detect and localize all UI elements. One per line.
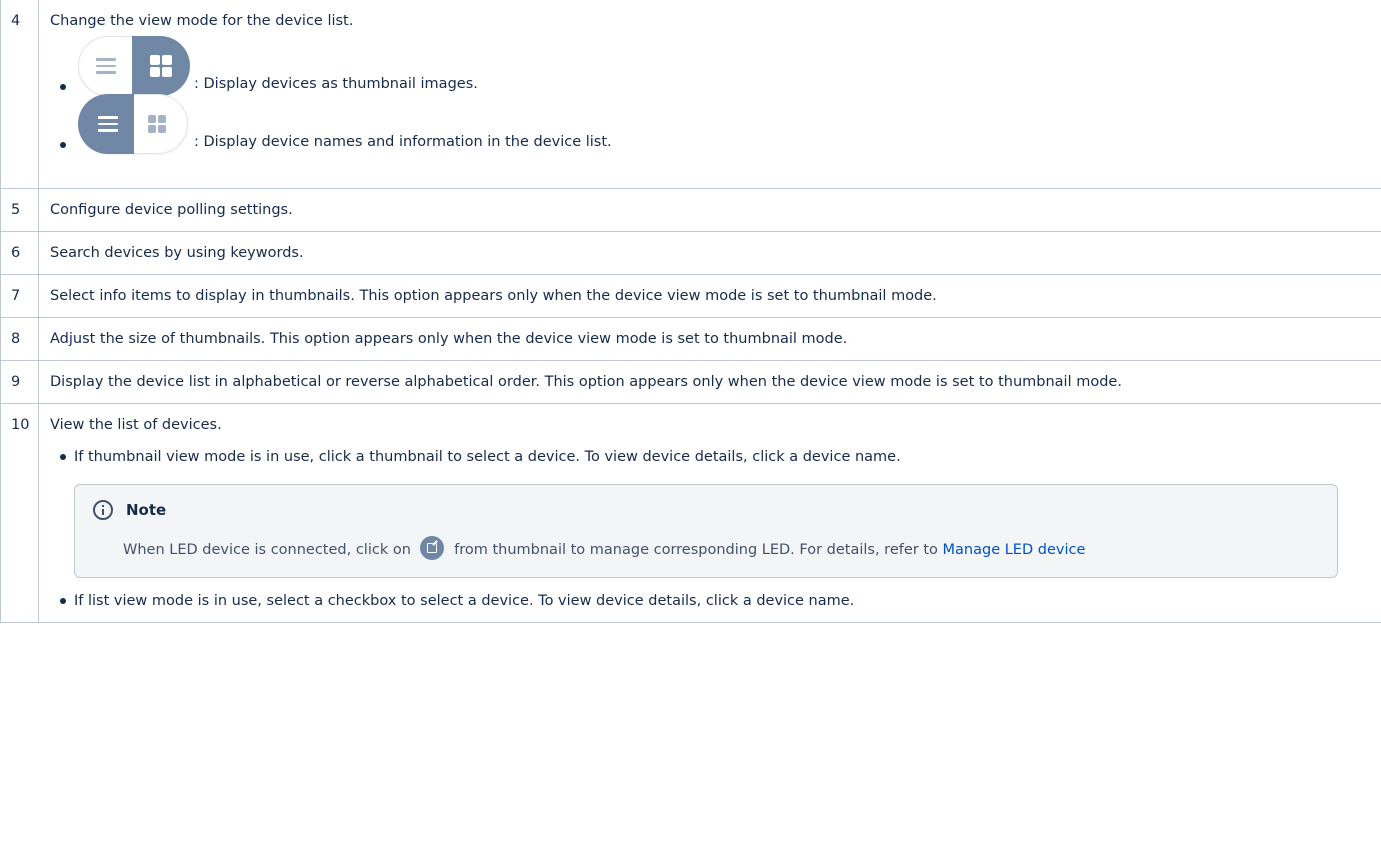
description-table: 4 Change the view mode for the device li…: [0, 0, 1381, 623]
row-description: Change the view mode for the device list…: [38, 0, 1381, 189]
note-body: When LED device is connected, click on f…: [123, 536, 1321, 563]
row-number: 5: [0, 188, 39, 232]
list-item: If thumbnail view mode is in use, click …: [60, 446, 1370, 578]
table-row: 7 Select info items to display in thumbn…: [0, 274, 1381, 318]
table-row: 6 Search devices by using keywords.: [0, 231, 1381, 275]
list-item-text: : Display device names and information i…: [194, 134, 612, 150]
list-item: : Display devices as thumbnail images.: [60, 36, 1370, 96]
row-number: 4: [0, 0, 39, 189]
row-description: Search devices by using keywords.: [38, 231, 1381, 275]
row-text: View the list of devices.: [50, 417, 222, 433]
row-number: 9: [0, 360, 39, 404]
note-title: Note: [126, 501, 167, 519]
note-text-after: from thumbnail to manage corresponding L…: [454, 542, 938, 558]
row-description: View the list of devices. If thumbnail v…: [38, 403, 1381, 623]
row-description: Select info items to display in thumbnai…: [38, 274, 1381, 318]
info-icon: [93, 500, 113, 520]
view-mode-list: : Display devices as thumbnail images.:…: [50, 36, 1370, 154]
table-row: 8 Adjust the size of thumbnails. This op…: [0, 317, 1381, 361]
note-panel: Note When LED device is connected, click…: [74, 484, 1338, 578]
list-item-text: If list view mode is in use, select a ch…: [74, 593, 855, 609]
row-number: 6: [0, 231, 39, 275]
list-item-text: : Display devices as thumbnail images.: [194, 76, 478, 92]
view-details-list: If thumbnail view mode is in use, click …: [50, 446, 1370, 612]
list-item: : Display device names and information i…: [60, 94, 1370, 154]
table-row: 5 Configure device polling settings.: [0, 188, 1381, 232]
row-description: Configure device polling settings.: [38, 188, 1381, 232]
row-number: 8: [0, 317, 39, 361]
manage-led-device-link[interactable]: Manage LED device: [943, 542, 1086, 558]
row-number: 7: [0, 274, 39, 318]
thumbnail-view-toggle-icon: [74, 36, 190, 96]
list-view-toggle-icon: [74, 94, 190, 154]
table-row: 9 Display the device list in alphabetica…: [0, 360, 1381, 404]
table-row: 4 Change the view mode for the device li…: [0, 0, 1381, 189]
list-item: If list view mode is in use, select a ch…: [60, 590, 1370, 612]
list-item-text: If thumbnail view mode is in use, click …: [74, 449, 901, 465]
table-row: 10 View the list of devices. If thumbnai…: [0, 403, 1381, 623]
row-description: Adjust the size of thumbnails. This opti…: [38, 317, 1381, 361]
row-text: Change the view mode for the device list…: [50, 13, 354, 29]
row-number: 10: [0, 403, 39, 623]
external-link-icon[interactable]: [419, 536, 444, 560]
row-description: Display the device list in alphabetical …: [38, 360, 1381, 404]
note-text-before: When LED device is connected, click on: [123, 542, 411, 558]
